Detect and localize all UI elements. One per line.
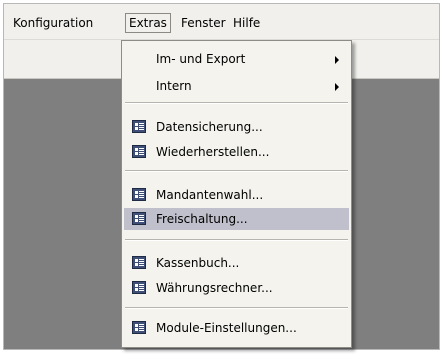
menu-item-label: Wiederherstellen... — [156, 145, 270, 159]
menu-konfiguration[interactable]: Konfiguration — [10, 13, 96, 33]
menu-item-datensicherung[interactable]: Datensicherung... — [124, 116, 349, 138]
menu-item-freischaltung[interactable]: Freischaltung... — [124, 208, 349, 230]
form-window-icon — [132, 281, 146, 294]
form-window-icon — [132, 120, 146, 133]
menu-item-kassenbuch[interactable]: Kassenbuch... — [124, 252, 349, 274]
menu-item-label: Mandantenwahl... — [156, 188, 264, 202]
form-window-icon — [132, 188, 146, 201]
menu-hilfe[interactable]: Hilfe — [230, 13, 263, 33]
menu-item-label: Module-Einstellungen... — [156, 321, 297, 335]
extras-dropdown-menu: Im- und Export Intern Datensicherung... … — [121, 40, 352, 348]
menu-item-mandantenwahl[interactable]: Mandantenwahl... — [124, 184, 349, 206]
menu-item-label: Im- und Export — [156, 52, 246, 66]
submenu-arrow-icon — [335, 83, 339, 91]
menu-separator — [125, 307, 348, 309]
menu-item-label: Datensicherung... — [156, 120, 263, 134]
menu-separator — [125, 239, 348, 241]
menu-item-wiederherstellen[interactable]: Wiederherstellen... — [124, 141, 349, 163]
menu-fenster[interactable]: Fenster — [178, 13, 229, 33]
form-window-icon — [132, 256, 146, 269]
menu-item-module-einstellungen[interactable]: Module-Einstellungen... — [124, 317, 349, 339]
menu-separator — [125, 102, 348, 104]
menu-item-label: Kassenbuch... — [156, 256, 240, 270]
menubar: Konfiguration Extras Fenster Hilfe — [4, 4, 439, 40]
menu-item-im-und-export[interactable]: Im- und Export — [124, 48, 349, 70]
menu-item-label: Freischaltung... — [156, 212, 248, 226]
menu-extras[interactable]: Extras — [125, 13, 171, 33]
menu-item-label: Intern — [156, 79, 192, 93]
form-window-icon — [132, 145, 146, 158]
menu-item-intern[interactable]: Intern — [124, 75, 349, 97]
form-window-icon — [132, 212, 146, 225]
form-window-icon — [132, 321, 146, 334]
submenu-arrow-icon — [335, 56, 339, 64]
menu-item-waehrungsrechner[interactable]: Währungsrechner... — [124, 277, 349, 299]
menu-item-label: Währungsrechner... — [156, 281, 273, 295]
menu-separator — [125, 170, 348, 172]
